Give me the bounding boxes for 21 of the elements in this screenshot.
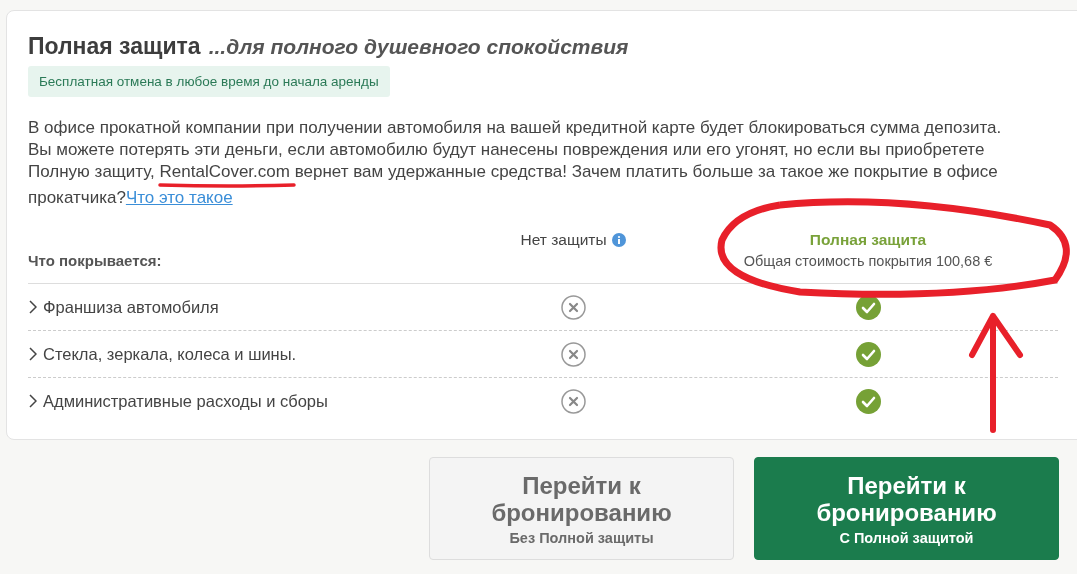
info-icon[interactable] (611, 233, 626, 247)
chevron-icon (28, 347, 37, 361)
coverage-item[interactable]: Административные расходы и сборы (43, 391, 328, 411)
booking-button[interactable]: Перейти к бронированию С Полной защитой (754, 457, 1059, 560)
coverage-item[interactable]: Франшиза автомобиля (43, 297, 219, 317)
chevron-icon (28, 300, 37, 314)
what-is-this-link[interactable]: Что это такое (125, 188, 233, 207)
column-header: Полная защита (809, 231, 927, 249)
description-text: Полную защиту, RentalCover.com вернет вам удержанные средства! Зачем платить больше за такое же покрытие в офисе (28, 161, 999, 183)
booking-button[interactable]: Перейти к бронированию Без Полной защиты (429, 457, 734, 560)
total-cost-text: Общая стоимость покрытия 100,68 € (743, 253, 993, 269)
coverage-item[interactable]: Стекла, зеркала, колеса и шины. (43, 344, 297, 364)
column-header: Что покрывается: (28, 252, 163, 271)
description-text: Вы можете потерять эти деньги, если автомобилю будут нанесены повреждения или его угонят, но если вы приобретете (28, 139, 986, 161)
description-text: В офисе прокатной компании при получении автомобиля на вашей кредитной карте будет блокироваться сумма депозита. (28, 117, 1003, 139)
description-text: прокатчика? (28, 188, 126, 207)
section-title: Полная защита (28, 33, 201, 60)
column-header: Нет защиты (520, 231, 607, 249)
section-tagline: ...для полного душевного спокойствия (208, 35, 629, 59)
cancellation-badge: Бесплатная отмена в любое время до начала аренды (28, 66, 390, 97)
chevron-icon (28, 394, 37, 408)
